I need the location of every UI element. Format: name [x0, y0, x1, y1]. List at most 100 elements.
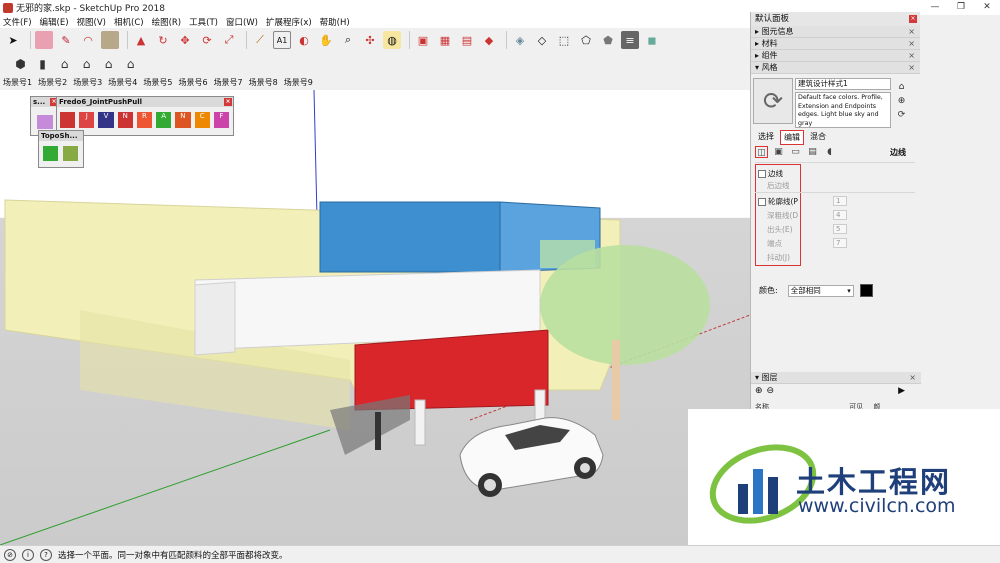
share-model-icon[interactable]: ▤ — [458, 31, 476, 49]
remove-layer-icon[interactable]: ⊖ — [767, 386, 775, 396]
depth-cue-value[interactable]: 4 — [833, 210, 847, 220]
follow-me-icon[interactable]: ↻ — [154, 31, 172, 49]
edge-option-depth-cue[interactable]: 深粗线(D — [767, 210, 798, 221]
tab-scene-4[interactable]: 场景号4 — [108, 77, 137, 88]
textured-style-icon[interactable]: ⬟ — [599, 31, 617, 49]
iso-view-icon[interactable]: ⬢ — [12, 56, 29, 73]
wireframe-style-icon[interactable]: ◇ — [533, 31, 551, 49]
tab-select[interactable]: 选择 — [755, 130, 777, 145]
edge-settings-icon[interactable]: ◫ — [755, 146, 768, 158]
credits-icon[interactable]: i — [22, 548, 34, 561]
tab-scene-8[interactable]: 场景号8 — [249, 77, 278, 88]
align-pushpull-icon[interactable]: A — [156, 112, 172, 128]
geo-location-icon[interactable]: ⊘ — [4, 548, 16, 561]
section-components[interactable]: ▸ 组件 × — [751, 50, 920, 62]
warehouse-icon[interactable]: ▣ — [414, 31, 432, 49]
menu-view[interactable]: 视图(V) — [77, 16, 106, 28]
sandbox-icon[interactable] — [37, 115, 53, 129]
style-name-field[interactable]: 建筑设计样式1 — [795, 78, 891, 90]
modeling-settings-icon[interactable]: ◖ — [823, 146, 836, 158]
pencil-icon[interactable]: ✎ — [57, 31, 75, 49]
close-icon[interactable]: × — [908, 38, 915, 50]
tab-scene-6[interactable]: 场景号6 — [178, 77, 207, 88]
rectangle-icon[interactable] — [101, 31, 119, 49]
menu-edit[interactable]: 编辑(E) — [40, 16, 69, 28]
section-materials[interactable]: ▸ 材料 × — [751, 38, 920, 50]
back-view-icon[interactable]: ⌂ — [100, 56, 117, 73]
tab-scene-9[interactable]: 场景号9 — [284, 77, 313, 88]
maximize-button[interactable]: ❐ — [948, 0, 974, 15]
close-icon[interactable]: × — [908, 50, 915, 62]
front-view-icon[interactable]: ⌂ — [56, 56, 73, 73]
paint-bucket-icon[interactable]: ◍ — [383, 31, 401, 49]
menu-file[interactable]: 文件(F) — [3, 16, 32, 28]
shaded-style-icon[interactable]: ⬠ — [577, 31, 595, 49]
tape-measure-icon[interactable]: ⟋ — [251, 31, 269, 49]
close-icon[interactable]: × — [909, 15, 917, 23]
revert-pushpull-icon[interactable]: R — [136, 112, 153, 128]
menu-draw[interactable]: 绘图(R) — [152, 16, 182, 28]
close-button[interactable]: ✕ — [974, 0, 1000, 15]
profiles-value[interactable]: 1 — [833, 196, 847, 206]
menu-tools[interactable]: 工具(T) — [189, 16, 218, 28]
model-viewport[interactable]: s... × Fredo6_JointPushPull × J V N R A N … — [0, 90, 750, 545]
normal-pushpull-icon[interactable]: N — [117, 112, 133, 128]
top-view-icon[interactable]: ▮ — [34, 56, 51, 73]
layer-details-icon[interactable]: ▶ — [898, 386, 905, 396]
add-layer-icon[interactable]: ⊕ — [755, 386, 763, 396]
materials-style-icon[interactable]: ◼ — [643, 31, 661, 49]
face-settings-icon[interactable]: ▣ — [772, 146, 785, 158]
scale-icon[interactable]: ⤢ — [220, 31, 238, 49]
push-pull-icon[interactable]: ▲ — [132, 31, 150, 49]
edge-option-jitter[interactable]: 抖动(J) — [767, 252, 790, 263]
menu-camera[interactable]: 相机(C) — [114, 16, 144, 28]
watermark-settings-icon[interactable]: ▤ — [806, 146, 819, 158]
menu-window[interactable]: 窗口(W) — [226, 16, 258, 28]
update-style-icon[interactable]: ⟳ — [896, 110, 907, 121]
section-layers[interactable]: ▾ 图层 × — [751, 372, 921, 384]
right-view-icon[interactable]: ⌂ — [78, 56, 95, 73]
monochrome-style-icon[interactable]: ≡ — [621, 31, 639, 49]
nudge-pushpull-icon[interactable]: N — [175, 112, 191, 128]
color-select[interactable]: 全部相同 ▾ — [787, 284, 854, 297]
color-swatch[interactable] — [859, 284, 873, 297]
move-icon[interactable]: ✥ — [176, 31, 194, 49]
tab-scene-1[interactable]: 场景号1 — [3, 77, 32, 88]
joint-pushpull-icon[interactable]: J — [79, 112, 95, 128]
zoom-icon[interactable]: ⌕ — [339, 31, 357, 49]
fredo-settings-icon[interactable]: F — [213, 112, 229, 128]
vector-pushpull-icon[interactable]: V — [98, 112, 114, 128]
help-icon[interactable]: ? — [40, 548, 52, 561]
background-settings-icon[interactable]: ▭ — [789, 146, 802, 158]
toposhaper-grid-icon[interactable] — [63, 146, 78, 161]
rotate-icon[interactable]: ⟳ — [198, 31, 216, 49]
arc-icon[interactable]: ◠ — [79, 31, 97, 49]
orbit-icon[interactable]: ◐ — [295, 31, 313, 49]
edge-option-profiles[interactable]: 轮廓线(P — [758, 196, 798, 207]
close-icon[interactable]: × — [909, 372, 916, 384]
text-icon[interactable]: A1 — [273, 31, 291, 49]
joint-pushpull-icon[interactable] — [60, 112, 76, 128]
tab-scene-2[interactable]: 场景号2 — [38, 77, 67, 88]
style-description[interactable]: Default face colors. Profile, Extension … — [795, 92, 891, 128]
tab-edit[interactable]: 编辑 — [780, 130, 804, 145]
style-thumbnail[interactable]: ⟳ — [753, 78, 793, 124]
edge-option-edges[interactable]: 边线 — [758, 168, 783, 179]
home-style-icon[interactable]: ⌂ — [896, 82, 907, 93]
menu-help[interactable]: 帮助(H) — [320, 16, 350, 28]
section-entity-info[interactable]: ▸ 图元信息 × — [751, 26, 920, 38]
edge-option-extension[interactable]: 出头(E) — [767, 224, 793, 235]
section-styles[interactable]: ▾ 风格 × — [751, 62, 920, 74]
edges-checkbox[interactable] — [758, 169, 766, 178]
endpoints-value[interactable]: 7 — [833, 238, 847, 248]
zoom-extents-icon[interactable]: ✣ — [361, 31, 379, 49]
close-icon[interactable]: × — [908, 26, 915, 38]
left-view-icon[interactable]: ⌂ — [122, 56, 139, 73]
minimize-button[interactable]: — — [922, 0, 948, 15]
toposhaper-cloud-icon[interactable] — [43, 146, 58, 161]
create-style-icon[interactable]: ⊕ — [896, 96, 907, 107]
select-arrow-icon[interactable]: ➤ — [4, 31, 22, 49]
hidden-line-style-icon[interactable]: ⬚ — [555, 31, 573, 49]
profiles-checkbox[interactable] — [758, 197, 766, 206]
eraser-icon[interactable] — [35, 31, 53, 49]
